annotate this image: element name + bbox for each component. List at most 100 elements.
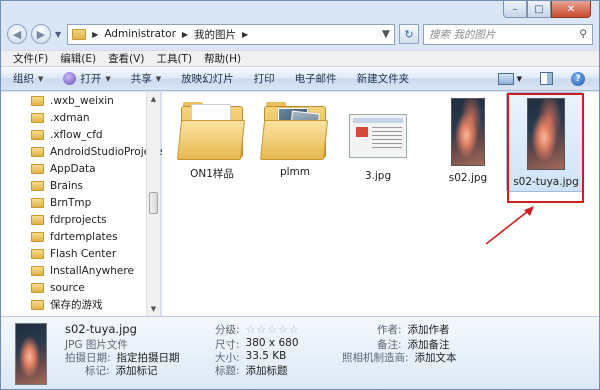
new-folder-label: 新建文件夹 [356,73,410,85]
nav-item-brains[interactable]: Brains [31,177,83,194]
chevron-down-icon: ▼ [38,74,44,83]
address-row: ◀ ▶ ▼ ▶ Administrator ▶ 我的图片 ▶ ▼ ↻ 搜索 我的… [7,23,593,45]
details-rating-row: 分级: ☆ ☆ ☆ ☆ ☆ [215,322,299,337]
nav-scrollbar[interactable]: ▲ ▼ [146,92,160,316]
file-item-on1-samples[interactable]: ON1样品 [172,100,252,181]
tags-label: 标记: [85,365,110,377]
view-controls: ▼ ? [497,71,599,86]
screenshot-thumbnail [349,114,407,158]
chevron-right-icon[interactable]: ▶ [92,30,98,39]
breadcrumb-my-pictures[interactable]: 我的图片 [194,27,236,42]
maximize-icon: □ [534,3,544,15]
nav-item-appdata[interactable]: AppData [31,160,96,177]
nav-item-label: source [50,281,85,294]
nav-item-xflow-cfd[interactable]: .xflow_cfd [31,126,103,143]
folder-icon [31,197,44,208]
chevron-right-icon[interactable]: ▶ [242,30,248,39]
details-tags-row: 标记: 添加标记 [85,363,158,378]
folder-icon [31,112,44,123]
search-input[interactable]: 搜索 我的图片 ⚲ [423,23,593,45]
details-camera-row: 照相机制造商: 添加文本 [342,350,457,365]
scrollbar-thumb[interactable] [149,192,158,214]
nav-item-brntmp[interactable]: BrnTmp [31,194,91,211]
minimize-button[interactable]: – [503,1,527,18]
nav-item-label: .xdman [50,111,90,124]
file-item-plmm[interactable]: plmm [255,100,335,178]
search-icon: ⚲ [579,28,587,40]
folder-icon [31,231,44,242]
address-bar[interactable]: ▶ Administrator ▶ 我的图片 ▶ ▼ [67,23,395,45]
refresh-icon: ↻ [404,27,414,41]
open-button[interactable]: 打开 ▼ [63,71,111,86]
nav-item-label: 保存的游戏 [50,299,103,311]
star-icon[interactable]: ☆ [278,323,288,336]
chevron-right-icon[interactable]: ▶ [182,30,188,39]
slideshow-button[interactable]: 放映幻灯片 [181,71,234,86]
nav-item-label: fdrprojects [50,213,107,226]
star-icon[interactable]: ☆ [267,323,277,336]
address-dropdown[interactable]: ▼ [382,28,394,40]
details-title-row: 标题: 添加标题 [215,363,288,378]
organize-label: 组织 [13,73,34,85]
scroll-down-icon[interactable]: ▼ [147,302,160,316]
file-name: plmm [279,166,311,178]
preview-pane-button[interactable] [540,72,553,85]
print-button[interactable]: 打印 [254,71,275,86]
file-item-s02-jpg[interactable]: s02.jpg [428,98,508,184]
folder-icon [31,265,44,276]
nav-item-flash-center[interactable]: Flash Center [31,245,116,262]
title-value[interactable]: 添加标题 [246,363,288,378]
details-filename: s02-tuya.jpg [65,322,137,336]
back-button[interactable]: ◀ [7,24,27,44]
slideshow-label: 放映幻灯片 [181,73,234,85]
folder-icon [31,129,44,140]
close-icon: ✕ [566,3,576,15]
nav-item-source[interactable]: source [31,279,85,296]
scroll-up-icon[interactable]: ▲ [147,92,160,106]
organize-button[interactable]: 组织 ▼ [13,71,43,86]
forward-button[interactable]: ▶ [31,24,51,44]
file-item-3-jpg[interactable]: 3.jpg [338,114,418,182]
nav-item-label: AppData [50,162,96,175]
menu-file[interactable]: 文件(F) [13,51,48,66]
camera-value[interactable]: 添加文本 [415,350,457,365]
menu-help[interactable]: 帮助(H) [204,51,241,66]
chevron-down-icon: ▼ [381,28,390,40]
nav-item-saved-games[interactable]: 保存的游戏 [31,296,103,313]
file-list: ON1样品 plmm 3.jpg s02.jpg s02-tuya.jpg [162,92,599,316]
maximize-button[interactable]: □ [527,1,551,18]
nav-item-xdman[interactable]: .xdman [31,109,90,126]
star-icon[interactable]: ☆ [289,323,299,336]
nav-item-fdrtemplates[interactable]: fdrtemplates [31,228,118,245]
photo-viewer-icon [63,72,77,85]
folder-icon [72,28,87,40]
nav-item-wxb-weixin[interactable]: .wxb_weixin [31,92,114,109]
details-author-row: 作者: 添加作者 [377,322,450,337]
nav-item-installanywhere[interactable]: InstallAnywhere [31,262,134,279]
new-folder-button[interactable]: 新建文件夹 [357,71,410,86]
nav-item-fdrprojects[interactable]: fdrprojects [31,211,107,228]
close-button[interactable]: ✕ [551,1,591,18]
forward-arrow-icon: ▶ [36,27,46,41]
star-icon[interactable]: ☆ [246,323,256,336]
menu-tools[interactable]: 工具(T) [156,51,192,66]
change-view-button[interactable]: ▼ [497,72,522,85]
folder-icon [31,95,44,106]
help-button[interactable]: ? [571,71,585,86]
red-highlight-box [507,93,584,203]
star-icon[interactable]: ☆ [256,323,266,336]
author-value[interactable]: 添加作者 [408,322,450,337]
saved-games-folder-icon [31,299,44,310]
navigation-pane: .wxb_weixin .xdman .xflow_cfd AndroidStu… [1,92,165,316]
menu-view[interactable]: 查看(V) [108,51,144,66]
recent-pages-dropdown-icon[interactable]: ▼ [55,30,61,39]
share-button[interactable]: 共享 ▼ [131,71,161,86]
breadcrumb-administrator[interactable]: Administrator [104,28,176,40]
menu-edit[interactable]: 编辑(E) [60,51,96,66]
rating-stars[interactable]: ☆ ☆ ☆ ☆ ☆ [246,323,299,336]
refresh-button[interactable]: ↻ [399,24,419,44]
email-button[interactable]: 电子邮件 [295,71,337,86]
tags-value[interactable]: 添加标记 [116,363,158,378]
nav-item-label: fdrtemplates [50,230,118,243]
red-arrow-icon [485,206,534,245]
